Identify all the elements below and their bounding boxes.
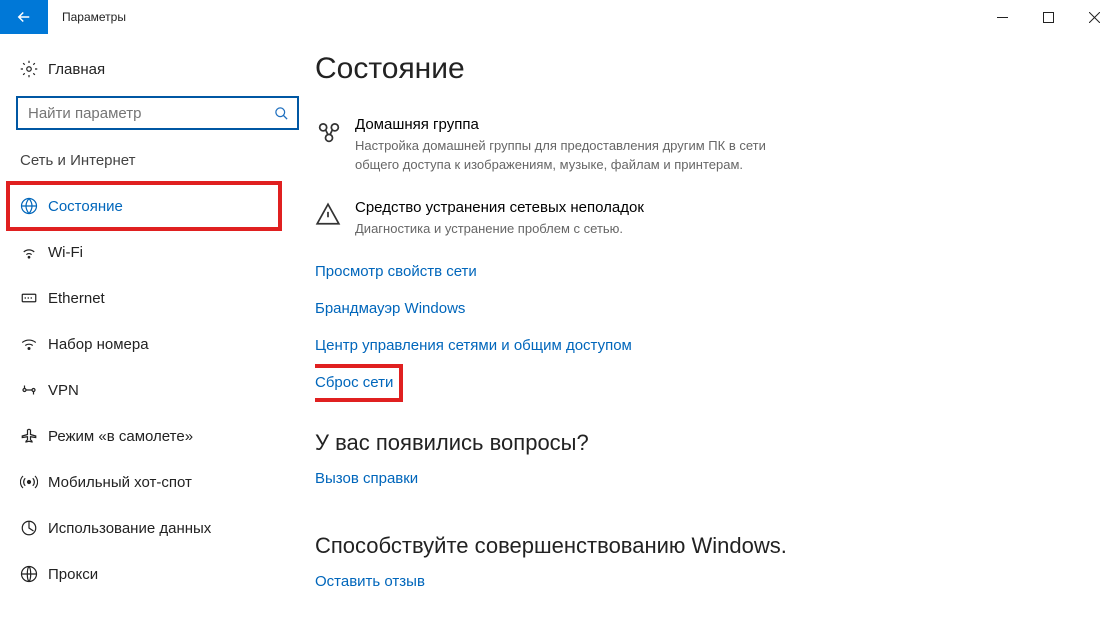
troubleshoot-desc: Диагностика и устранение проблем с сетью…	[355, 220, 785, 239]
back-button[interactable]	[0, 0, 48, 34]
page-title: Состояние	[315, 52, 1077, 86]
link-share-center[interactable]: Центр управления сетями и общим доступом	[315, 337, 632, 354]
warning-icon	[315, 199, 355, 239]
sidebar-item-label: Использование данных	[48, 520, 211, 537]
sidebar-item-vpn[interactable]: VPN	[0, 367, 315, 413]
vpn-icon	[20, 381, 48, 399]
wifi-icon	[20, 243, 48, 261]
search-input[interactable]	[18, 105, 297, 122]
feedback-title: Способствуйте совершенствованию Windows.	[315, 533, 1077, 559]
minimize-icon	[997, 12, 1008, 23]
homegroup-title: Домашняя группа	[355, 116, 1077, 133]
homegroup-desc: Настройка домашней группы для предоставл…	[355, 137, 785, 175]
window-title: Параметры	[48, 0, 979, 34]
sidebar-item-hotspot[interactable]: Мобильный хот-спот	[0, 459, 315, 505]
sidebar-item-proxy[interactable]: Прокси	[0, 551, 315, 597]
sidebar-category: Сеть и Интернет	[0, 152, 315, 171]
sidebar-item-label: VPN	[48, 382, 79, 399]
airplane-icon	[20, 427, 48, 445]
maximize-button[interactable]	[1025, 0, 1071, 34]
sidebar-item-label: Ethernet	[48, 290, 105, 307]
sidebar: Главная Сеть и Интернет Состояние Wi-Fi	[0, 34, 315, 622]
sidebar-item-airplane[interactable]: Режим «в самолете»	[0, 413, 315, 459]
hotspot-icon	[20, 473, 48, 491]
sidebar-item-label: Набор номера	[48, 336, 149, 353]
sidebar-item-label: Режим «в самолете»	[48, 428, 193, 445]
dialup-icon	[20, 335, 48, 353]
arrow-left-icon	[15, 8, 33, 26]
close-icon	[1089, 12, 1100, 23]
link-view-props[interactable]: Просмотр свойств сети	[315, 263, 477, 280]
link-reset-network[interactable]: Сброс сети	[315, 374, 393, 391]
globe-icon	[20, 197, 48, 215]
maximize-icon	[1043, 12, 1054, 23]
sidebar-home-label: Главная	[48, 61, 105, 78]
link-help[interactable]: Вызов справки	[315, 470, 418, 487]
sidebar-item-label: Мобильный хот-спот	[48, 474, 192, 491]
minimize-button[interactable]	[979, 0, 1025, 34]
homegroup-icon	[315, 116, 355, 175]
main-panel: Состояние Домашняя группа Настройка дома…	[315, 34, 1117, 622]
ethernet-icon	[20, 289, 48, 307]
homegroup-option[interactable]: Домашняя группа Настройка домашней групп…	[315, 116, 1077, 175]
data-usage-icon	[20, 519, 48, 537]
sidebar-item-ethernet[interactable]: Ethernet	[0, 275, 315, 321]
link-firewall[interactable]: Брандмауэр Windows	[315, 300, 465, 317]
sidebar-item-wifi[interactable]: Wi-Fi	[0, 229, 315, 275]
sidebar-item-status[interactable]: Состояние	[0, 183, 315, 229]
link-feedback[interactable]: Оставить отзыв	[315, 573, 425, 590]
troubleshoot-option[interactable]: Средство устранения сетевых неполадок Ди…	[315, 199, 1077, 239]
window-controls	[979, 0, 1117, 34]
sidebar-item-label: Состояние	[48, 198, 123, 215]
sidebar-item-dialup[interactable]: Набор номера	[0, 321, 315, 367]
search-icon	[274, 106, 289, 121]
title-bar: Параметры	[0, 0, 1117, 34]
sidebar-item-label: Wi-Fi	[48, 244, 83, 261]
sidebar-item-label: Прокси	[48, 566, 98, 583]
sidebar-item-data[interactable]: Использование данных	[0, 505, 315, 551]
close-button[interactable]	[1071, 0, 1117, 34]
sidebar-home[interactable]: Главная	[0, 54, 315, 84]
troubleshoot-title: Средство устранения сетевых неполадок	[355, 199, 1077, 216]
proxy-icon	[20, 565, 48, 583]
questions-title: У вас появились вопросы?	[315, 430, 1077, 456]
search-box[interactable]	[16, 96, 299, 130]
gear-icon	[20, 60, 48, 78]
